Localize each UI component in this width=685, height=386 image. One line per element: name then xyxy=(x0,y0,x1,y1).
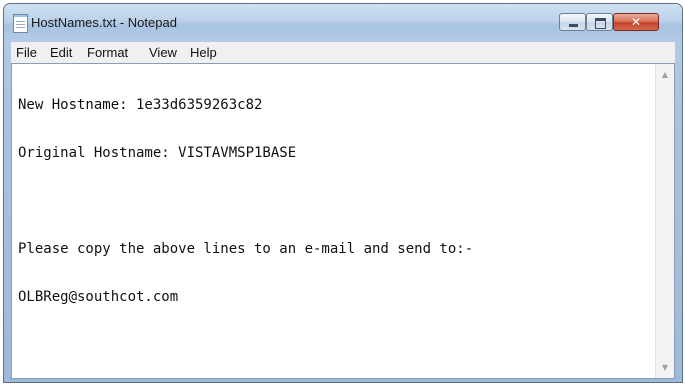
maximize-button[interactable] xyxy=(586,13,613,31)
text-line: New Hostname: 1e33d6359263c82 xyxy=(18,97,263,113)
vertical-scrollbar[interactable]: ▲ ▼ xyxy=(655,64,674,378)
minimize-button[interactable] xyxy=(559,13,586,31)
window-title: HostNames.txt - Notepad xyxy=(31,15,177,30)
notepad-window: HostNames.txt - Notepad ✕ File Edit Form… xyxy=(3,3,683,383)
menu-bar: File Edit Format View Help xyxy=(11,42,675,63)
editor-text[interactable]: New Hostname: 1e33d6359263c82 Original H… xyxy=(18,65,473,337)
minimize-icon xyxy=(569,24,578,27)
close-button[interactable]: ✕ xyxy=(613,13,659,31)
menu-edit[interactable]: Edit xyxy=(50,45,72,60)
menu-format[interactable]: Format xyxy=(87,45,128,60)
menu-help[interactable]: Help xyxy=(190,45,217,60)
menu-view[interactable]: View xyxy=(149,45,177,60)
scroll-up-icon[interactable]: ▲ xyxy=(656,66,674,83)
close-icon: ✕ xyxy=(630,15,642,29)
notepad-icon[interactable] xyxy=(13,14,28,33)
menu-file[interactable]: File xyxy=(16,45,37,60)
text-line: OLBReg@southcot.com xyxy=(18,289,179,305)
text-editor[interactable]: New Hostname: 1e33d6359263c82 Original H… xyxy=(11,63,675,379)
title-bar[interactable]: HostNames.txt - Notepad ✕ xyxy=(4,4,682,42)
scroll-down-icon[interactable]: ▼ xyxy=(656,359,674,376)
text-line: Please copy the above lines to an e-mail… xyxy=(18,241,474,257)
text-line: Original Hostname: VISTAVMSP1BASE xyxy=(18,145,297,161)
maximize-icon xyxy=(595,18,606,29)
